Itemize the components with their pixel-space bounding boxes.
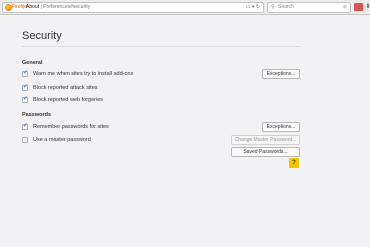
checkbox[interactable]: [22, 123, 28, 130]
general-item-warn-addons[interactable]: Warn me when sites try to install add-on…: [22, 70, 133, 78]
page-title: Security: [22, 30, 62, 42]
saved-passwords-button[interactable]: Saved Passwords...: [231, 147, 300, 157]
general-item-label: Block reported attack sites: [33, 85, 98, 91]
passwords-item-label: Remember passwords for sites: [33, 124, 109, 130]
firefox-icon: [5, 4, 12, 11]
passwords-item-master[interactable]: Use a master password: [22, 136, 91, 144]
search-box[interactable]: ⚲ Search ⊗: [267, 2, 351, 13]
general-item-label: Block reported web forgeries: [33, 97, 104, 103]
search-go-icon[interactable]: ⊗: [343, 3, 347, 12]
passwords-heading: Passwords: [22, 112, 52, 118]
reader-icon[interactable]: ▭: [246, 4, 251, 10]
preferences-content: Security General Warn me when sites try …: [0, 15, 370, 247]
passwords-exceptions-button[interactable]: Exceptions...: [262, 122, 300, 132]
checkbox[interactable]: [22, 84, 28, 91]
title-divider: [22, 46, 300, 47]
search-placeholder: Search: [278, 4, 294, 10]
reload-icon[interactable]: ↻: [256, 4, 260, 10]
checkbox[interactable]: [22, 70, 28, 77]
general-item-label: Warn me when sites try to install add-on…: [33, 71, 134, 77]
passwords-item-label: Use a master password: [33, 137, 91, 143]
url-bar[interactable]: Firefox | About | Preferences#security ▭…: [2, 2, 264, 13]
bookmark-icon[interactable]: [354, 3, 363, 11]
browser-toolbar: Firefox | About | Preferences#security ▭…: [0, 0, 370, 15]
url-text: About | Preferences#security: [26, 4, 91, 10]
search-icon: ⚲: [271, 4, 275, 10]
passwords-item-remember[interactable]: Remember passwords for sites: [22, 123, 109, 131]
url-path: Preferences#security: [43, 4, 91, 10]
url-brand: Firefox: [12, 4, 28, 10]
checkbox[interactable]: [22, 137, 28, 143]
url-host: About: [26, 4, 40, 10]
help-button[interactable]: ?: [289, 158, 299, 168]
general-heading: General: [22, 60, 43, 66]
url-bar-icons[interactable]: ▭ ▾ ↻: [246, 3, 260, 12]
url-separator-icon: |: [23, 4, 25, 10]
general-item-block-forgeries[interactable]: Block reported web forgeries: [22, 96, 103, 104]
dropdown-icon[interactable]: ▾: [252, 4, 255, 10]
download-icon[interactable]: ⬇: [364, 3, 370, 11]
change-master-password-button[interactable]: Change Master Password...: [231, 135, 300, 145]
general-item-block-attack[interactable]: Block reported attack sites: [22, 84, 98, 92]
checkbox[interactable]: [22, 96, 28, 103]
general-exceptions-button[interactable]: Exceptions...: [262, 69, 300, 79]
